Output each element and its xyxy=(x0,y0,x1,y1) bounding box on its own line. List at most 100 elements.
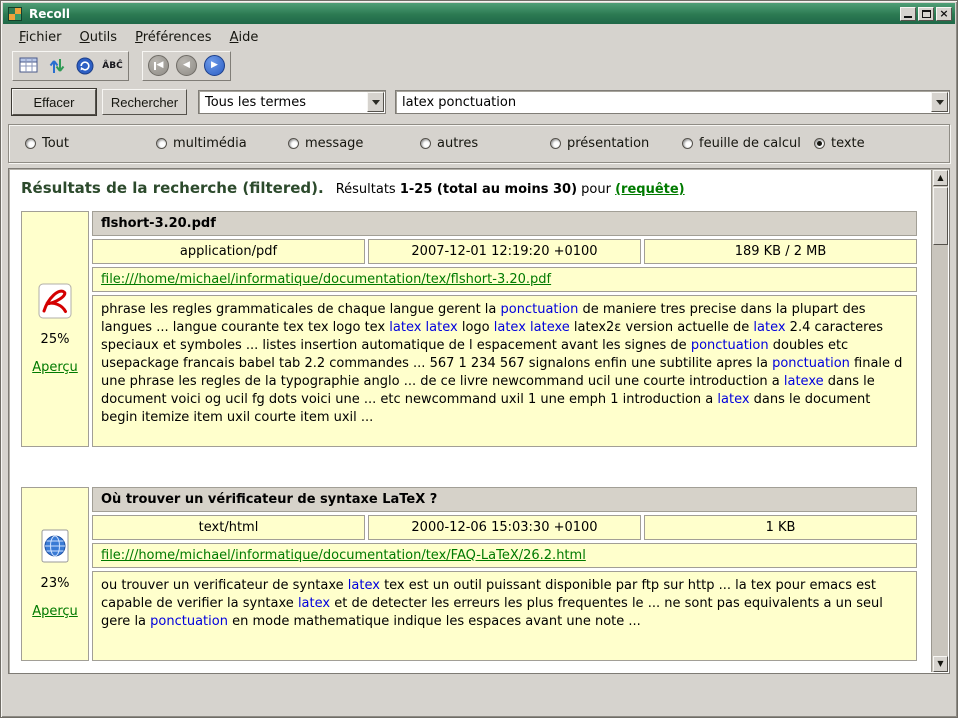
query-details-link[interactable]: (requête) xyxy=(615,182,685,197)
filter-radio-multimedia[interactable]: multimédia xyxy=(156,136,247,151)
toolbar-group-main: ÂBĈ xyxy=(12,51,129,81)
history-icon xyxy=(76,57,94,75)
result-title: flshort-3.20.pdf xyxy=(92,211,917,236)
filter-radio-message[interactable]: message xyxy=(288,136,363,151)
filter-radio-texte[interactable]: texte xyxy=(814,136,865,151)
radio-icon xyxy=(814,138,825,149)
result-side-cell: 23% Aperçu xyxy=(21,487,89,661)
first-page-icon: ◀ xyxy=(148,55,169,76)
vertical-scrollbar[interactable]: ▲ ▼ xyxy=(931,170,948,672)
result-meta-row: application/pdf 2007-12-01 12:19:20 +010… xyxy=(92,239,917,264)
search-mode-value: Tous les termes xyxy=(205,95,306,110)
relevance-percent: 23% xyxy=(41,576,70,591)
minimize-button[interactable] xyxy=(900,7,916,21)
result-url-link[interactable]: file:///home/michael/informatique/docume… xyxy=(101,272,551,287)
pdf-file-icon[interactable] xyxy=(38,283,72,319)
result-table: Où trouver un vérificateur de syntaxe La… xyxy=(92,487,917,661)
radio-label: feuille de calcul xyxy=(699,136,801,151)
menu-outils[interactable]: Outils xyxy=(71,28,127,47)
radio-label: texte xyxy=(831,136,865,151)
filter-radio-presentation[interactable]: présentation xyxy=(550,136,649,151)
filter-radio-tout[interactable]: Tout xyxy=(25,136,69,151)
minimize-icon xyxy=(904,16,912,18)
result-item: 23% Aperçu Où trouver un vérificateur de… xyxy=(21,487,917,661)
radio-icon xyxy=(156,138,167,149)
maximize-icon xyxy=(922,10,931,18)
search-controls: Effacer Rechercher Tous les termes xyxy=(8,88,950,116)
html-file-icon[interactable] xyxy=(40,529,70,563)
chevron-down-icon xyxy=(372,100,380,105)
results-panel: Résultats de la recherche (filtered). Rés… xyxy=(8,168,950,674)
filter-radio-autres[interactable]: autres xyxy=(420,136,478,151)
query-combobox[interactable] xyxy=(395,90,950,114)
result-mime: application/pdf xyxy=(92,239,365,264)
result-snippet: phrase les regles grammaticales de chaqu… xyxy=(92,295,917,447)
sort-button[interactable] xyxy=(44,54,69,78)
relevance-percent: 25% xyxy=(41,332,70,347)
table-view-icon xyxy=(19,57,39,74)
maximize-button[interactable] xyxy=(918,7,934,21)
preview-link[interactable]: Aperçu xyxy=(32,360,78,375)
menu-fichier[interactable]: Fichier xyxy=(10,28,71,47)
search-input[interactable] xyxy=(402,95,927,110)
history-button[interactable] xyxy=(72,54,97,78)
category-filter-frame: Tout multimédia message autres présentat… xyxy=(8,124,950,163)
results-word: Résultats xyxy=(336,182,396,197)
recoll-app-icon xyxy=(8,7,22,21)
term-explorer-button[interactable]: ÂBĈ xyxy=(100,54,125,78)
result-url-row: file:///home/michael/informatique/docume… xyxy=(92,267,917,292)
clear-button[interactable]: Effacer xyxy=(12,89,96,115)
chevron-down-icon xyxy=(936,100,944,105)
pour-word: pour xyxy=(581,182,611,197)
menu-aide[interactable]: Aide xyxy=(221,28,268,47)
arrow-down-icon: ▼ xyxy=(937,660,943,668)
result-url-link[interactable]: file:///home/michael/informatique/docume… xyxy=(101,548,586,563)
previous-page-button[interactable]: ◀ xyxy=(174,54,199,78)
results-header: Résultats de la recherche (filtered). Rés… xyxy=(21,179,925,197)
filter-radio-feuille-de-calcul[interactable]: feuille de calcul xyxy=(682,136,801,151)
preview-link[interactable]: Aperçu xyxy=(32,604,78,619)
radio-icon xyxy=(682,138,693,149)
results-list: Résultats de la recherche (filtered). Rés… xyxy=(10,170,931,672)
result-size: 189 KB / 2 MB xyxy=(644,239,917,264)
toolbar: ÂBĈ ◀ ◀ ▶ xyxy=(4,50,954,81)
result-mime: text/html xyxy=(92,515,365,540)
result-date: 2000-12-06 15:03:30 +0100 xyxy=(368,515,641,540)
search-mode-dropdown-button[interactable] xyxy=(367,92,384,112)
radio-label: autres xyxy=(437,136,478,151)
scroll-down-button[interactable]: ▼ xyxy=(933,656,948,672)
arrow-up-icon: ▲ xyxy=(937,174,943,182)
radio-label: présentation xyxy=(567,136,649,151)
close-button[interactable]: × xyxy=(936,7,952,21)
search-mode-select[interactable]: Tous les termes xyxy=(198,90,386,114)
titlebar[interactable]: Recoll × xyxy=(3,3,955,24)
result-meta-row: text/html 2000-12-06 15:03:30 +0100 1 KB xyxy=(92,515,917,540)
radio-icon xyxy=(288,138,299,149)
scroll-up-button[interactable]: ▲ xyxy=(933,170,948,186)
search-button[interactable]: Rechercher xyxy=(102,89,187,115)
toolbar-group-navigation: ◀ ◀ ▶ xyxy=(142,51,231,81)
radio-icon xyxy=(420,138,431,149)
close-icon: × xyxy=(939,8,948,19)
result-size: 1 KB xyxy=(644,515,917,540)
radio-label: Tout xyxy=(42,136,69,151)
results-title: Résultats de la recherche (filtered). xyxy=(21,179,324,197)
radio-icon xyxy=(25,138,36,149)
scrollbar-thumb[interactable] xyxy=(933,187,948,245)
sort-arrows-icon xyxy=(49,57,65,75)
result-side-cell: 25% Aperçu xyxy=(21,211,89,447)
first-page-button[interactable]: ◀ xyxy=(146,54,171,78)
next-page-icon: ▶ xyxy=(204,55,225,76)
menu-preferences[interactable]: Préférences xyxy=(126,28,220,47)
result-table: flshort-3.20.pdf application/pdf 2007-12… xyxy=(92,211,917,447)
next-page-button[interactable]: ▶ xyxy=(202,54,227,78)
term-explorer-icon: ÂBĈ xyxy=(102,61,122,71)
result-url-row: file:///home/michael/informatique/docume… xyxy=(92,543,917,568)
query-dropdown-button[interactable] xyxy=(931,92,948,112)
result-item: 25% Aperçu flshort-3.20.pdf application/… xyxy=(21,211,917,447)
table-view-button[interactable] xyxy=(16,54,41,78)
results-range: 1-25 (total au moins 30) xyxy=(400,182,577,197)
window-title: Recoll xyxy=(29,7,898,21)
result-snippet: ou trouver un verificateur de syntaxe la… xyxy=(92,571,917,661)
result-date: 2007-12-01 12:19:20 +0100 xyxy=(368,239,641,264)
